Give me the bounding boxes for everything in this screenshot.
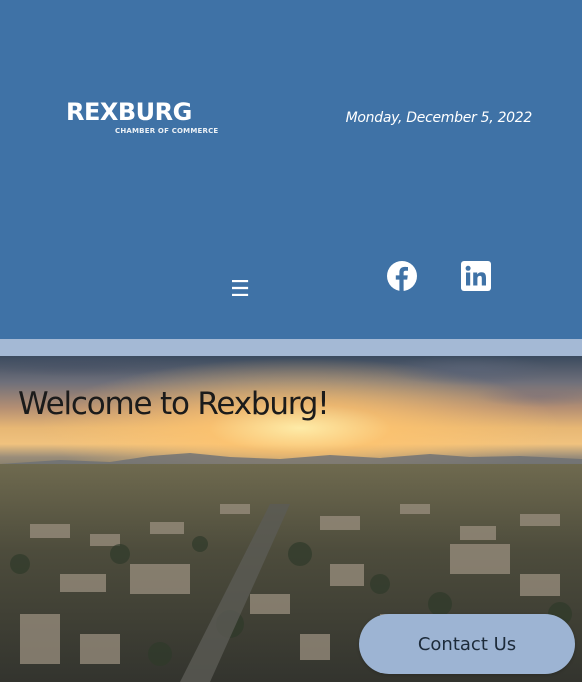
contact-us-button[interactable]: Contact Us [359,614,575,674]
linkedin-icon [461,261,491,291]
hero-title: Welcome to Rexburg! [18,386,330,422]
facebook-link[interactable] [386,260,418,292]
current-date: Monday, December 5, 2022 [345,110,533,126]
logo-name: REXBURG [66,98,192,126]
facebook-icon [387,261,417,291]
hamburger-menu-icon[interactable]: ☰ [226,278,254,302]
logo-tagline: CHAMBER OF COMMERCE [115,127,219,135]
header-divider [0,339,582,356]
chamber-logo[interactable]: REXBURG CHAMBER OF COMMERCE [66,100,226,140]
site-header: REXBURG CHAMBER OF COMMERCE Monday, Dece… [0,0,582,339]
linkedin-link[interactable] [460,260,492,292]
